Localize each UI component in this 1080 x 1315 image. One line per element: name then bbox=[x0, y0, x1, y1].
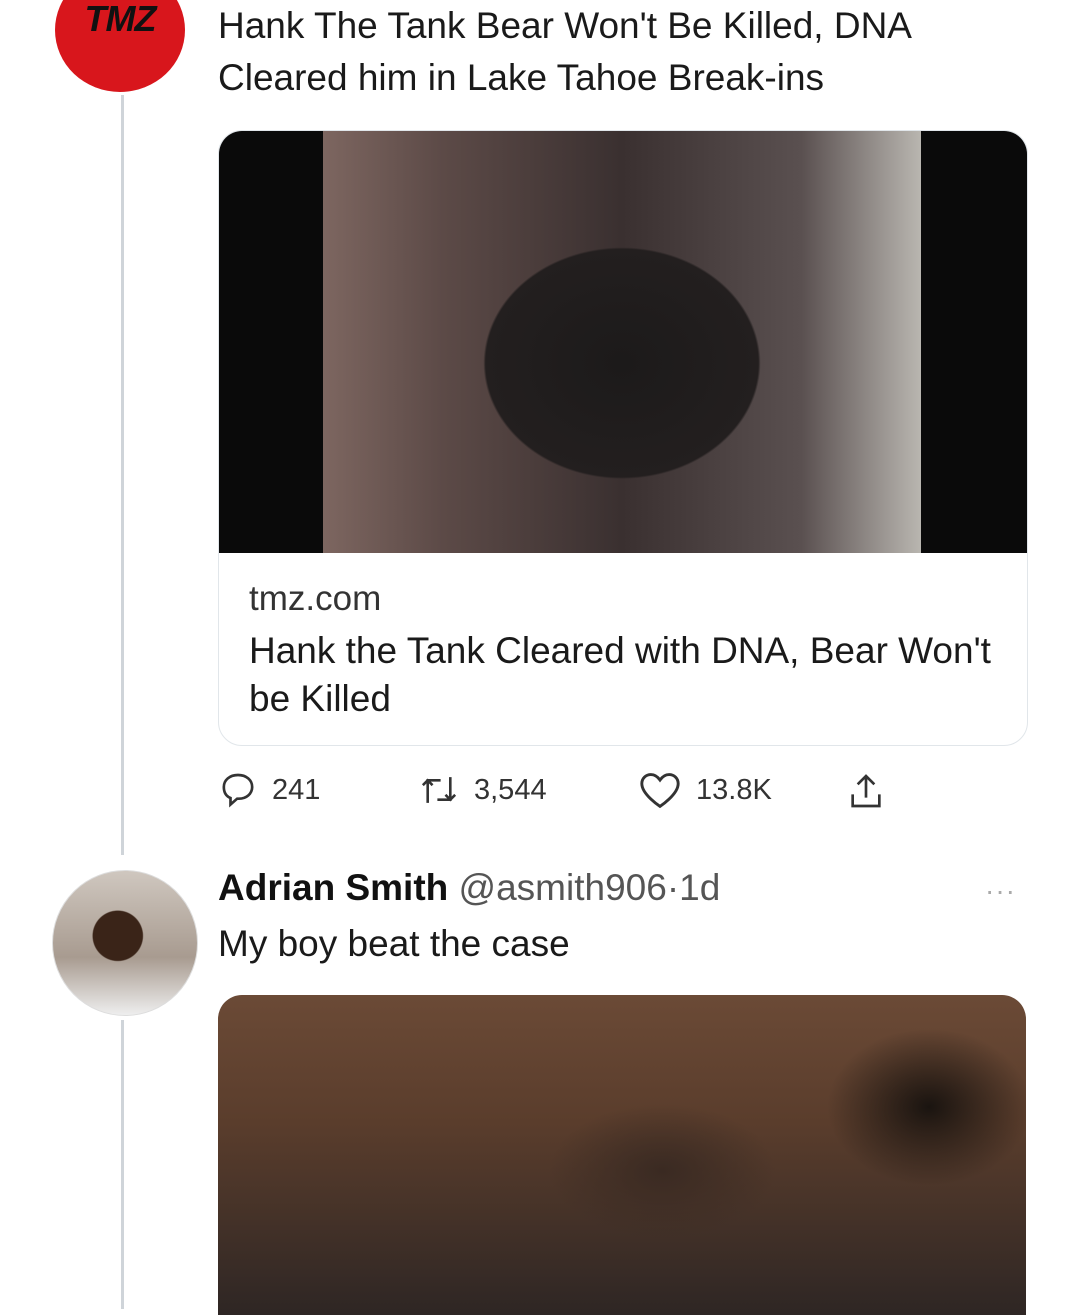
card-domain: tmz.com bbox=[249, 579, 382, 618]
reply-header: Adrian Smith @asmith906·1d bbox=[218, 862, 720, 914]
reply-count: 241 bbox=[272, 773, 321, 806]
retweet-count: 3,544 bbox=[474, 773, 547, 806]
share-button[interactable] bbox=[846, 770, 886, 812]
card-title: Hank the Tank Cleared with DNA, Bear Won… bbox=[249, 630, 991, 719]
like-button[interactable]: 13.8K bbox=[638, 770, 772, 810]
separator: · bbox=[666, 867, 680, 908]
reply-text: My boy beat the case bbox=[218, 923, 570, 964]
adrian-smith-avatar[interactable] bbox=[52, 870, 198, 1016]
share-icon bbox=[851, 774, 881, 808]
card-image bbox=[219, 131, 1027, 553]
reply-author-name[interactable]: Adrian Smith bbox=[218, 867, 448, 908]
thread-line bbox=[121, 1020, 124, 1309]
reply-image[interactable] bbox=[218, 995, 1026, 1315]
like-count: 13.8K bbox=[696, 773, 772, 806]
reply-icon bbox=[222, 773, 254, 808]
bear-photo bbox=[323, 131, 921, 553]
thread-line bbox=[121, 95, 124, 855]
more-options-icon[interactable]: ··· bbox=[985, 875, 1016, 907]
retweet-button[interactable]: 3,544 bbox=[418, 770, 547, 810]
tmz-logo: TMZ bbox=[84, 0, 157, 39]
tweet-text: Hank The Tank Bear Won't Be Killed, DNA … bbox=[218, 5, 910, 98]
reply-button[interactable]: 241 bbox=[218, 770, 320, 810]
reply-author-handle[interactable]: @asmith906 bbox=[459, 867, 667, 908]
retweet-icon bbox=[421, 777, 457, 803]
heart-icon bbox=[640, 773, 680, 809]
reply-time[interactable]: 1d bbox=[679, 867, 720, 908]
link-card[interactable]: tmz.com Hank the Tank Cleared with DNA, … bbox=[218, 130, 1028, 746]
tmz-avatar[interactable]: TMZ bbox=[55, 0, 185, 92]
